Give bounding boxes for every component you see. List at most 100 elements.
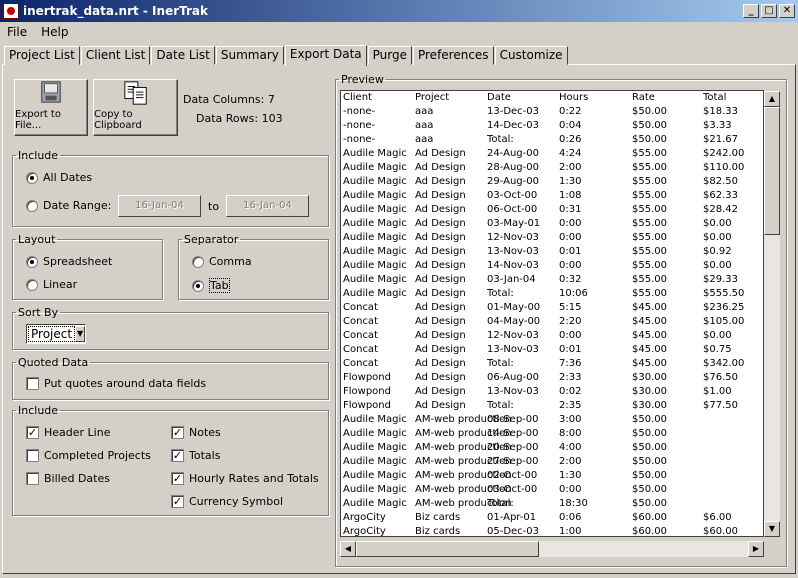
horizontal-scrollbar[interactable]: ◀ ▶	[340, 541, 764, 557]
table-cell	[703, 469, 763, 483]
table-cell: Total:	[487, 134, 514, 145]
billed-dates-checkbox[interactable]: Billed Dates	[26, 472, 110, 485]
table-cell: 24-Aug-00	[487, 148, 539, 159]
linear-radio[interactable]: Linear	[26, 278, 77, 291]
table-cell: Audile Magic	[343, 274, 407, 285]
comma-radio[interactable]: Comma	[192, 255, 252, 268]
maximize-button[interactable]: □	[761, 4, 777, 18]
table-cell: aaa	[415, 120, 434, 131]
tab-radio[interactable]: Tab	[192, 278, 230, 293]
table-cell: 13-Nov-03	[487, 344, 539, 355]
radio-indicator	[192, 279, 204, 292]
completed-projects-checkbox[interactable]: Completed Projects	[26, 449, 151, 462]
spreadsheet-radio[interactable]: Spreadsheet	[26, 255, 112, 268]
scroll-right-icon[interactable]: ▶	[748, 541, 764, 557]
table-cell: $55.00	[632, 288, 667, 299]
table-cell: Audile Magic	[343, 260, 407, 271]
table-cell: 01-May-00	[487, 302, 541, 313]
table-row: Audile Magic Ad Design 12-Nov-03 0:00 $55.00…	[341, 231, 763, 245]
table-cell: $50.00	[632, 106, 667, 117]
data-columns-value: 7	[267, 93, 275, 106]
window-title: inertrak_data.nrt - InerTrak	[23, 4, 208, 18]
table-row: Audile Magic AM-web production 14-Sep-00 8:…	[341, 427, 763, 441]
totals-checkbox[interactable]: ✓ Totals	[171, 449, 220, 462]
table-cell: 0:00	[559, 232, 582, 243]
table-cell: 13-Dec-03	[487, 106, 540, 117]
table-cell: 03-Oct-00	[487, 484, 538, 495]
tab-project-list[interactable]: Project List	[4, 46, 80, 65]
date-to-field[interactable]: 16-Jan-04	[226, 195, 309, 217]
copy-to-clipboard-button[interactable]: Copy to Clipboard	[93, 79, 178, 136]
tab-preferences[interactable]: Preferences	[412, 46, 494, 65]
tab-bar: Project List Client List Date List Summa…	[4, 44, 569, 66]
table-cell: -none-	[343, 120, 376, 131]
vertical-scroll-thumb[interactable]	[764, 107, 780, 235]
notes-checkbox[interactable]: ✓ Notes	[171, 426, 221, 439]
minimize-button[interactable]: _	[743, 4, 759, 18]
check-icon: ✓	[171, 472, 184, 485]
date-from-field[interactable]: 16-Jan-04	[118, 195, 201, 217]
table-cell: Ad Design	[415, 344, 466, 355]
sort-by-select[interactable]: Project ▼	[26, 324, 86, 344]
table-cell: Audile Magic	[343, 190, 407, 201]
table-cell	[703, 413, 763, 427]
table-cell: $50.00	[632, 428, 667, 439]
table-cell: Total:	[487, 288, 514, 299]
check-icon: ✓	[171, 449, 184, 462]
table-cell: $28.42	[703, 204, 738, 215]
header-line-checkbox[interactable]: ✓ Header Line	[26, 426, 110, 439]
table-cell: 03-May-01	[487, 218, 541, 229]
table-cell: $55.00	[632, 218, 667, 229]
table-cell: 0:00	[559, 484, 582, 495]
preview-title: Preview	[341, 73, 384, 86]
quotes-label: Put quotes around data fields	[44, 377, 207, 390]
scroll-up-icon[interactable]: ▲	[764, 91, 780, 107]
table-cell: Audile Magic	[343, 204, 407, 215]
tab-export-data[interactable]: Export Data	[284, 45, 367, 66]
tab-client-list[interactable]: Client List	[80, 46, 151, 65]
all-dates-label: All Dates	[43, 171, 93, 184]
scroll-left-icon[interactable]: ◀	[340, 541, 356, 557]
table-cell: 1:30	[559, 176, 582, 187]
table-row: Concat Ad Design Total: 7:36 $45.00 $342.00	[341, 357, 763, 371]
comma-label: Comma	[209, 255, 252, 268]
scroll-down-icon[interactable]: ▼	[764, 521, 780, 537]
table-cell: 7:36	[559, 358, 582, 369]
tab-purge[interactable]: Purge	[367, 46, 412, 65]
table-row: Audile Magic Ad Design 28-Aug-00 2:00 $55.00…	[341, 161, 763, 175]
vertical-scrollbar[interactable]: ▲ ▼	[764, 91, 780, 537]
all-dates-radio[interactable]: All Dates	[26, 171, 92, 184]
table-cell: Ad Design	[415, 190, 466, 201]
tab-summary[interactable]: Summary	[215, 46, 284, 65]
column-header: Client	[343, 92, 372, 103]
column-header: Date	[487, 92, 511, 103]
table-cell: $55.00	[632, 274, 667, 285]
close-button[interactable]: ✕	[779, 4, 795, 18]
export-to-file-button[interactable]: Export to File...	[14, 79, 88, 136]
table-cell: $55.00	[632, 190, 667, 201]
tab-date-list[interactable]: Date List	[151, 46, 215, 65]
table-cell: $55.00	[632, 148, 667, 159]
hourly-rates-checkbox[interactable]: ✓ Hourly Rates and Totals	[171, 472, 319, 485]
table-cell: Ad Design	[415, 372, 466, 383]
table-cell: $45.00	[632, 358, 667, 369]
preview-table[interactable]: Client Project Date Hours Rate Total -none-aa…	[340, 90, 764, 537]
table-cell: ArgoCity	[343, 512, 386, 523]
app-icon	[3, 3, 19, 19]
menu-file[interactable]: File	[0, 25, 34, 39]
quotes-checkbox[interactable]: Put quotes around data fields	[26, 377, 206, 390]
table-cell: $105.00	[703, 316, 745, 327]
table-cell: Audile Magic	[343, 176, 407, 187]
chevron-down-icon: ▼	[75, 326, 85, 342]
date-range-radio[interactable]: Date Range:	[26, 199, 111, 212]
billed-dates-label: Billed Dates	[44, 472, 110, 485]
currency-symbol-checkbox[interactable]: ✓ Currency Symbol	[171, 495, 283, 508]
table-cell: aaa	[415, 106, 434, 117]
column-header: Rate	[632, 92, 655, 103]
table-cell: Ad Design	[415, 302, 466, 313]
menu-help[interactable]: Help	[34, 25, 75, 39]
table-cell: Ad Design	[415, 358, 466, 369]
horizontal-scroll-thumb[interactable]	[356, 541, 539, 557]
tab-customize[interactable]: Customize	[494, 46, 568, 65]
table-cell: $6.00	[703, 512, 732, 523]
